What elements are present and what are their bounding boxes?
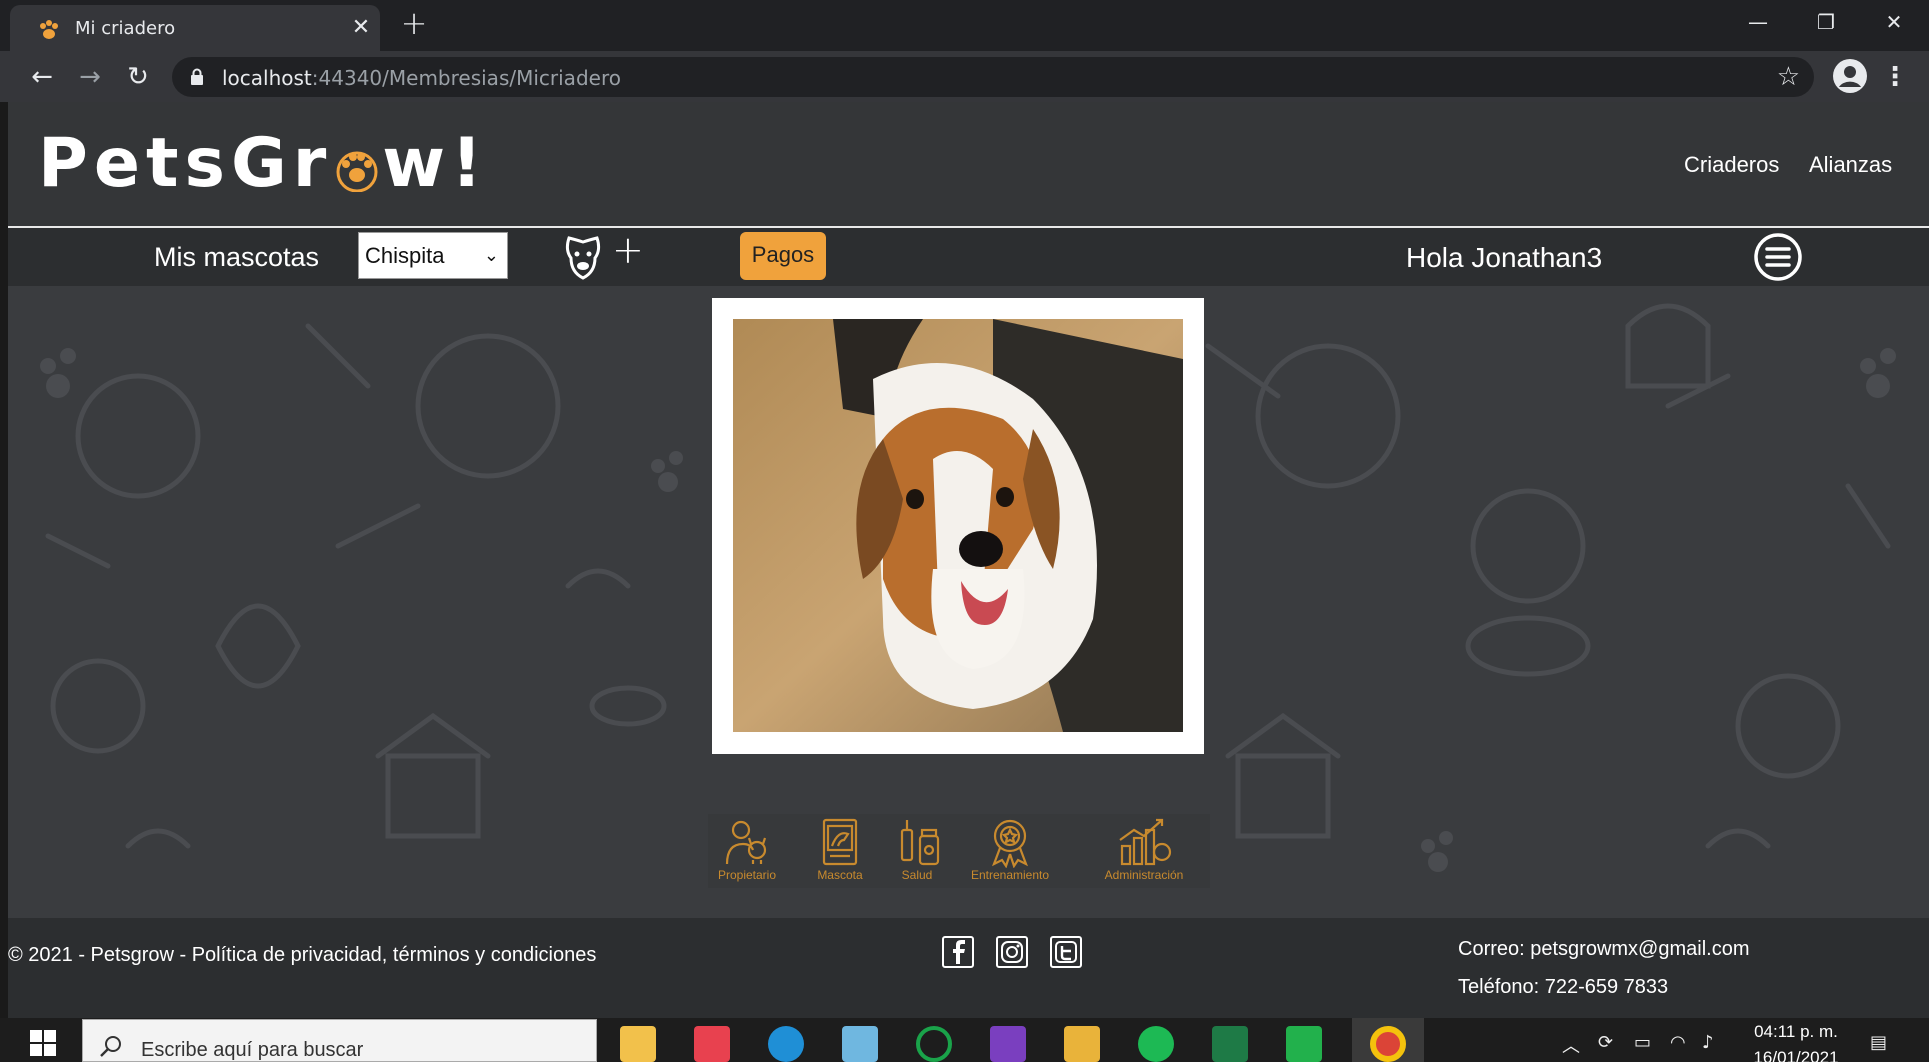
petsgrow-logo[interactable]: PetsGr w!: [38, 124, 488, 203]
back-icon[interactable]: ←: [22, 57, 62, 97]
pet-toolbar: Mis mascotas Chispita ⌄ + Pagos Hola Jona…: [8, 228, 1929, 286]
hamburger-menu-icon[interactable]: [1753, 232, 1803, 282]
dog-head-icon[interactable]: [561, 232, 605, 282]
new-tab-button[interactable]: +: [398, 7, 430, 40]
edge-icon[interactable]: [768, 1026, 804, 1062]
pet-document-icon: [822, 818, 858, 866]
my-pets-label: Mis mascotas: [154, 242, 320, 272]
owner-with-dog-icon: [725, 820, 767, 865]
twitter-icon[interactable]: [1050, 936, 1082, 968]
browser-menu-icon[interactable]: ⋮: [1880, 57, 1910, 97]
nav-alianzas[interactable]: Alianzas: [1809, 152, 1892, 178]
browser-tabstrip: Mi criadero ✕ + — ❐ ✕: [0, 0, 1929, 51]
chevron-up-icon[interactable]: ︿: [1562, 1032, 1580, 1058]
nav-criaderos[interactable]: Criaderos: [1684, 152, 1779, 178]
site-footer: © 2021 - Petsgrow - Política de privacid…: [8, 918, 1929, 1018]
volume-icon[interactable]: ♪: [1702, 1032, 1714, 1053]
browser-tab[interactable]: Mi criadero ✕: [10, 5, 380, 51]
profile-sections-bar: Propietario Mascota Salud Entrenamiento …: [708, 814, 1210, 888]
window-edge: [0, 102, 8, 1018]
paw-favicon-icon: [40, 20, 58, 39]
pet-select[interactable]: Chispita ⌄: [358, 232, 508, 279]
taskbar-search[interactable]: Escribe aquí para buscar: [82, 1019, 597, 1062]
sync-tray-icon[interactable]: ⟳: [1598, 1032, 1613, 1053]
section-entrenamiento[interactable]: Entrenamiento: [962, 816, 1058, 886]
section-propietario[interactable]: Propietario: [710, 816, 784, 886]
chevron-down-icon: ⌄: [483, 245, 499, 265]
excel-icon[interactable]: [1212, 1026, 1248, 1062]
greeting: Hola Jonathan3: [1406, 242, 1603, 273]
footer-copyright[interactable]: © 2021 - Petsgrow - Política de privacid…: [8, 944, 596, 967]
calendar-app-icon[interactable]: [694, 1026, 730, 1062]
notifications-icon[interactable]: ▤: [1870, 1032, 1887, 1053]
stats-chart-icon: [1119, 818, 1172, 866]
file-explorer-icon[interactable]: [620, 1026, 656, 1062]
search-icon: [100, 1036, 121, 1057]
profile-avatar-icon[interactable]: [1832, 58, 1868, 94]
facebook-icon[interactable]: [942, 936, 974, 968]
footer-email: Correo: petsgrowmx@gmail.com: [1458, 938, 1750, 960]
medicine-icon: [900, 820, 940, 866]
visual-studio-icon[interactable]: [990, 1026, 1026, 1062]
bookmark-star-icon[interactable]: ☆: [1777, 62, 1800, 92]
paw-logo-icon: [332, 136, 382, 192]
windows-taskbar: Escribe aquí para buscar ︿ ⟳ ▭ ◠ ♪ 04:11…: [0, 1018, 1929, 1062]
tools-app-icon[interactable]: [1064, 1026, 1100, 1062]
section-administracion[interactable]: Administración: [1094, 816, 1194, 886]
page: PetsGr w! Criaderos Alianzas Mis mascota…: [8, 102, 1929, 1018]
close-tab-icon[interactable]: ✕: [346, 13, 376, 43]
taskbar-date[interactable]: 16/01/2021: [1746, 1048, 1846, 1062]
sync-app-icon[interactable]: [916, 1026, 952, 1062]
section-mascota[interactable]: Mascota: [806, 816, 874, 886]
forward-icon[interactable]: →: [70, 57, 110, 97]
whatsapp-icon[interactable]: [1286, 1026, 1322, 1062]
minimize-icon[interactable]: —: [1728, 4, 1788, 40]
add-pet-button[interactable]: +: [612, 228, 644, 272]
address-bar[interactable]: localhost:44340/Membresias/Micriadero ☆: [172, 57, 1814, 97]
section-salud[interactable]: Salud: [894, 816, 940, 886]
payments-button[interactable]: Pagos: [740, 232, 826, 280]
pet-photo-card: [712, 298, 1204, 754]
reload-icon[interactable]: ↻: [118, 57, 158, 97]
browser-toolbar: ← → ↻ localhost:44340/Membresias/Micriad…: [0, 51, 1929, 102]
url-text: localhost:44340/Membresias/Micriadero: [222, 66, 621, 90]
spotify-icon[interactable]: [1138, 1026, 1174, 1062]
award-badge-icon: [991, 819, 1029, 868]
windows-start-icon[interactable]: [30, 1030, 56, 1056]
footer-phone: Teléfono: 722-659 7833: [1458, 976, 1669, 998]
site-header: PetsGr w! Criaderos Alianzas: [8, 102, 1929, 226]
wifi-icon[interactable]: ◠: [1670, 1032, 1686, 1053]
taskbar-clock[interactable]: 04:11 p. m.: [1746, 1022, 1846, 1042]
restore-icon[interactable]: ❐: [1796, 4, 1856, 40]
lock-icon: [191, 68, 203, 85]
notepad-icon[interactable]: [842, 1026, 878, 1062]
battery-icon[interactable]: ▭: [1634, 1032, 1651, 1053]
chrome-icon[interactable]: [1370, 1026, 1406, 1062]
tab-title: Mi criadero: [75, 18, 176, 39]
window-close-icon[interactable]: ✕: [1864, 4, 1924, 40]
instagram-icon[interactable]: [996, 936, 1028, 968]
pet-photo: [733, 319, 1183, 732]
